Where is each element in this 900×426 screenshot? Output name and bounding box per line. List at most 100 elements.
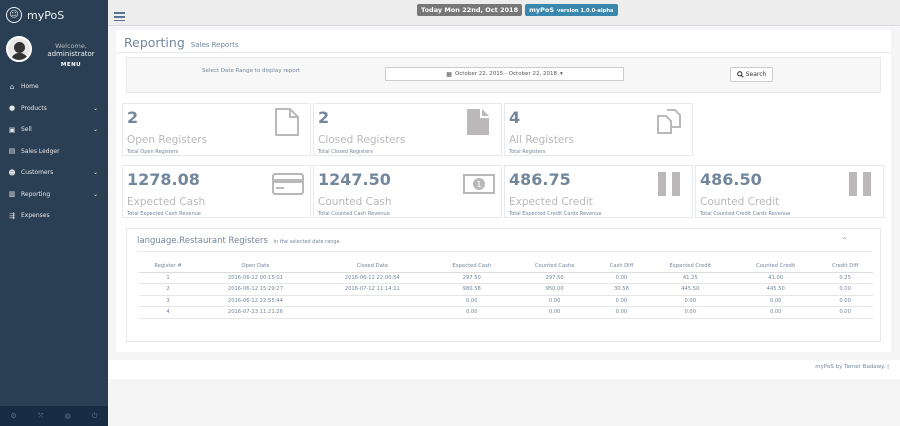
expenses-icon: ⇶ bbox=[9, 211, 15, 220]
table-cell: 0.00 bbox=[430, 306, 513, 319]
column-header: Expected Credit bbox=[646, 260, 735, 273]
table-cell: 297.50 bbox=[430, 272, 513, 284]
sidebar-footer: ⚙ ⤧ ◍ ⏻ bbox=[0, 406, 108, 426]
tile-count: 2 bbox=[318, 108, 330, 127]
sidebar-item-label: Products bbox=[21, 104, 47, 112]
search-button[interactable]: Search bbox=[730, 67, 773, 82]
avatar bbox=[6, 36, 32, 62]
caret-down-icon: ▾ bbox=[559, 71, 563, 77]
table-cell: 0.00 bbox=[817, 295, 873, 307]
fullscreen-icon[interactable]: ⤧ bbox=[38, 412, 44, 421]
tile-title: Counted Credit bbox=[700, 196, 780, 208]
lock-icon[interactable]: ◍ bbox=[65, 412, 71, 420]
table-cell: 2016-06-12 22:55:44 bbox=[197, 295, 314, 307]
table-cell: 0.00 bbox=[734, 295, 818, 307]
table-cell: 2018-06-12 22:00:54 bbox=[313, 272, 431, 284]
sidebar-item-label: Expenses bbox=[21, 212, 50, 220]
profile-text: Welcome, administrator MENU bbox=[40, 36, 102, 72]
credit-card-icon bbox=[272, 173, 304, 195]
page-subtitle: Sales Reports bbox=[190, 41, 239, 49]
table-cell: 2016-07-12 11:14:21 bbox=[313, 283, 431, 296]
registers-panel: language.Restaurant Registers in the sel… bbox=[126, 228, 881, 342]
tile-count: 486.75 bbox=[509, 170, 571, 189]
table-cell: 2016-06-12 00:15:01 bbox=[197, 272, 314, 284]
sidebar-item-label: Sales Ledger bbox=[21, 147, 60, 155]
menu-toggle-icon[interactable] bbox=[114, 12, 125, 22]
brand-name: myPoS bbox=[27, 8, 65, 22]
page-footer: myPoS by Tamer Badawy. | bbox=[108, 360, 900, 379]
sidebar-item-label: Home bbox=[21, 83, 39, 91]
ledger-icon: ▤ bbox=[8, 147, 16, 156]
sidebar-item-reporting[interactable]: ▥ Reporting ⌄ bbox=[0, 184, 108, 206]
main-panel: Reporting Sales Reports Select Date Rang… bbox=[116, 30, 891, 352]
tile-subtitle: Total Registers bbox=[509, 149, 546, 155]
sidebar-item-expenses[interactable]: ⇶ Expenses bbox=[0, 205, 108, 227]
tile-open-registers: 2 Open Registers Total Open Registers bbox=[122, 103, 311, 156]
table-cell: 4 bbox=[139, 306, 198, 319]
settings-icon[interactable]: ⚙ bbox=[11, 412, 17, 420]
sidebar-item-label: Sell bbox=[21, 126, 32, 134]
sidebar: ☺ myPoS Welcome, administrator MENU ⌂ Ho… bbox=[0, 0, 108, 426]
brand-logo-icon: ☺ bbox=[6, 7, 22, 23]
sidebar-item-label: Customers bbox=[21, 169, 54, 177]
file-outline-icon bbox=[275, 108, 299, 136]
pause-icon bbox=[658, 172, 680, 196]
tile-expected-credit: 486.75 Expected Credit Total Expected Cr… bbox=[504, 165, 693, 218]
username: administrator bbox=[47, 50, 95, 58]
registers-subtitle: in the selected date range bbox=[273, 239, 340, 245]
profile: Welcome, administrator MENU bbox=[0, 30, 108, 72]
table-header-row: Register # Open Date Closed Date Expecte… bbox=[139, 260, 873, 273]
chevron-down-icon: ⌄ bbox=[92, 190, 98, 198]
table-cell: 0.00 bbox=[596, 272, 647, 284]
date-range-value: October 22, 2015 - October 22, 2018 bbox=[454, 71, 557, 77]
column-header: Credit Diff bbox=[817, 260, 873, 273]
tile-counted-cash: 1247.50 Counted Cash Total Counted Cash … bbox=[313, 165, 502, 218]
column-header: Open Date bbox=[197, 260, 314, 273]
table-cell: 297.50 bbox=[512, 272, 597, 284]
table-row: 3 2016-06-12 22:55:44 0.00 0.00 0.00 0.0… bbox=[139, 295, 873, 307]
sidebar-item-sales-ledger[interactable]: ▤ Sales Ledger bbox=[0, 141, 108, 163]
version-text: version 1.0.0-alpha bbox=[557, 8, 614, 14]
column-header: Register # bbox=[139, 260, 198, 273]
home-icon: ⌂ bbox=[9, 82, 15, 91]
table-cell: 41.25 bbox=[646, 272, 735, 284]
collapse-chevron-icon[interactable]: ⌃ bbox=[841, 236, 848, 245]
table-cell: 30.58 bbox=[596, 283, 647, 296]
tile-closed-registers: 2 Closed Registers Total Closed Register… bbox=[313, 103, 502, 156]
app-name: myPoS bbox=[529, 6, 555, 14]
column-header: Cash Diff bbox=[596, 260, 647, 273]
files-icon bbox=[657, 109, 681, 134]
table-cell: 0.25 bbox=[817, 272, 873, 284]
registers-title-text: language.Restaurant Registers bbox=[137, 236, 268, 246]
footer-text: myPoS by Tamer Badawy. | bbox=[815, 364, 889, 370]
products-icon: ● bbox=[8, 104, 16, 113]
registers-divider bbox=[137, 251, 872, 252]
sidebar-item-products[interactable]: ● Products ⌄ bbox=[0, 98, 108, 120]
tile-subtitle: Total Counted Cash Revenue bbox=[318, 211, 390, 217]
sidebar-nav: ⌂ Home ● Products ⌄ ▣ Sell ⌄ ▤ Sales Led… bbox=[0, 76, 108, 227]
date-range-picker[interactable]: ▦ October 22, 2015 - October 22, 2018 ▾ bbox=[385, 67, 624, 81]
logout-icon[interactable]: ⏻ bbox=[92, 412, 98, 421]
calendar-icon: ▦ bbox=[446, 70, 452, 78]
sidebar-item-customers[interactable]: ☻ Customers ⌄ bbox=[0, 162, 108, 184]
tile-subtitle: Total Expected Cash Revenue bbox=[127, 211, 201, 217]
tile-subtitle: Total Counted Credit Cards Revenue bbox=[700, 211, 791, 217]
svg-text:1: 1 bbox=[476, 180, 481, 189]
pause-icon bbox=[849, 172, 871, 196]
chevron-down-icon: ⌄ bbox=[92, 126, 98, 134]
sidebar-item-home[interactable]: ⌂ Home bbox=[0, 76, 108, 98]
column-header: Counted Cashe bbox=[512, 260, 597, 273]
table-row: 1 2016-06-12 00:15:01 2018-06-12 22:00:5… bbox=[139, 272, 873, 284]
sell-icon: ▣ bbox=[8, 125, 16, 134]
table-cell: 0.00 bbox=[430, 295, 513, 307]
table-cell bbox=[313, 295, 431, 307]
tile-title: Counted Cash bbox=[318, 196, 392, 208]
sidebar-item-label: Reporting bbox=[21, 190, 51, 198]
table-cell: 0.00 bbox=[512, 306, 597, 319]
filter-label: Select Date Range to display report bbox=[202, 68, 301, 74]
tile-all-registers: 4 All Registers Total Registers bbox=[504, 103, 693, 156]
brand[interactable]: ☺ myPoS bbox=[0, 0, 108, 30]
table-cell: 1 bbox=[139, 272, 198, 284]
sidebar-item-sell[interactable]: ▣ Sell ⌄ bbox=[0, 119, 108, 141]
table-cell: 0.00 bbox=[512, 295, 597, 307]
